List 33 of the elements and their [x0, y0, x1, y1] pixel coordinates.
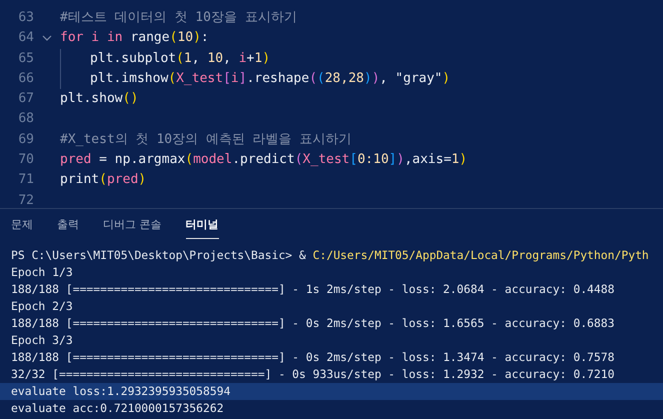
terminal-line: 188/188 [==============================] - 1s 2ms/step - loss: 2.0684 - accuracy: 0.4488: [11, 282, 614, 296]
panel-tab[interactable]: 터미널: [186, 217, 218, 239]
code-line: plt.subplot(1, 10, i+1): [90, 50, 270, 68]
terminal-line: PS C:\Users\MIT05\Desktop\Projects\Basic> & C:/Users/MIT05/AppData/Local/Programs/Python/Pyth: [11, 248, 649, 262]
line-number: 67: [17, 90, 34, 108]
code-line: plt.show(): [60, 90, 138, 108]
selected-terminal-line: evaluate loss:1.2932395935058594: [11, 384, 230, 398]
terminal-line: 188/188 [==============================] - 0s 2ms/step - loss: 1.3474 - accuracy: 0.7578: [11, 350, 614, 364]
panel-tab[interactable]: 출력: [57, 217, 79, 239]
panel-tab[interactable]: 디버그 콘솔: [103, 217, 162, 239]
code-line: print(pred): [60, 171, 146, 190]
terminal-line: Epoch 1/3: [11, 265, 73, 279]
terminal-line: 188/188 [==============================] - 0s 2ms/step - loss: 1.6565 - accuracy: 0.6883: [11, 316, 614, 330]
terminal-line: Epoch 3/3: [11, 333, 73, 347]
code-line: #X_test의 첫 10장의 예측된 라벨을 표시하기: [60, 130, 352, 149]
code-line: for i in range(10):: [60, 29, 209, 48]
panel-tab[interactable]: 문제: [11, 217, 33, 239]
line-number: 66: [17, 70, 34, 88]
terminal-line: Epoch 2/3: [11, 299, 73, 313]
code-line: plt.imshow(X_test[i].reshape((28,28)), "gray"): [90, 70, 450, 88]
terminal-line: 32/32 [==============================] - 0s 933us/step - loss: 1.2932 - accuracy: 0.7210: [11, 367, 614, 381]
code-line: pred = np.argmax(model.predict(X_test[0:10]),axis=1): [60, 151, 468, 170]
line-number: 70: [17, 151, 34, 170]
line-number: 65: [17, 50, 34, 68]
line-number: 71: [17, 171, 34, 190]
line-number: 69: [17, 130, 34, 149]
terminal-line: evaluate acc:0.7210000157356262: [11, 401, 224, 415]
line-number: 64: [17, 29, 34, 48]
line-number: 63: [17, 9, 34, 27]
chevron-icon[interactable]: [42, 35, 52, 42]
line-number: 72: [17, 192, 34, 208]
code-line: #테스트 데이터의 첫 10장을 표시하기: [60, 9, 297, 27]
line-number: 68: [17, 110, 34, 128]
